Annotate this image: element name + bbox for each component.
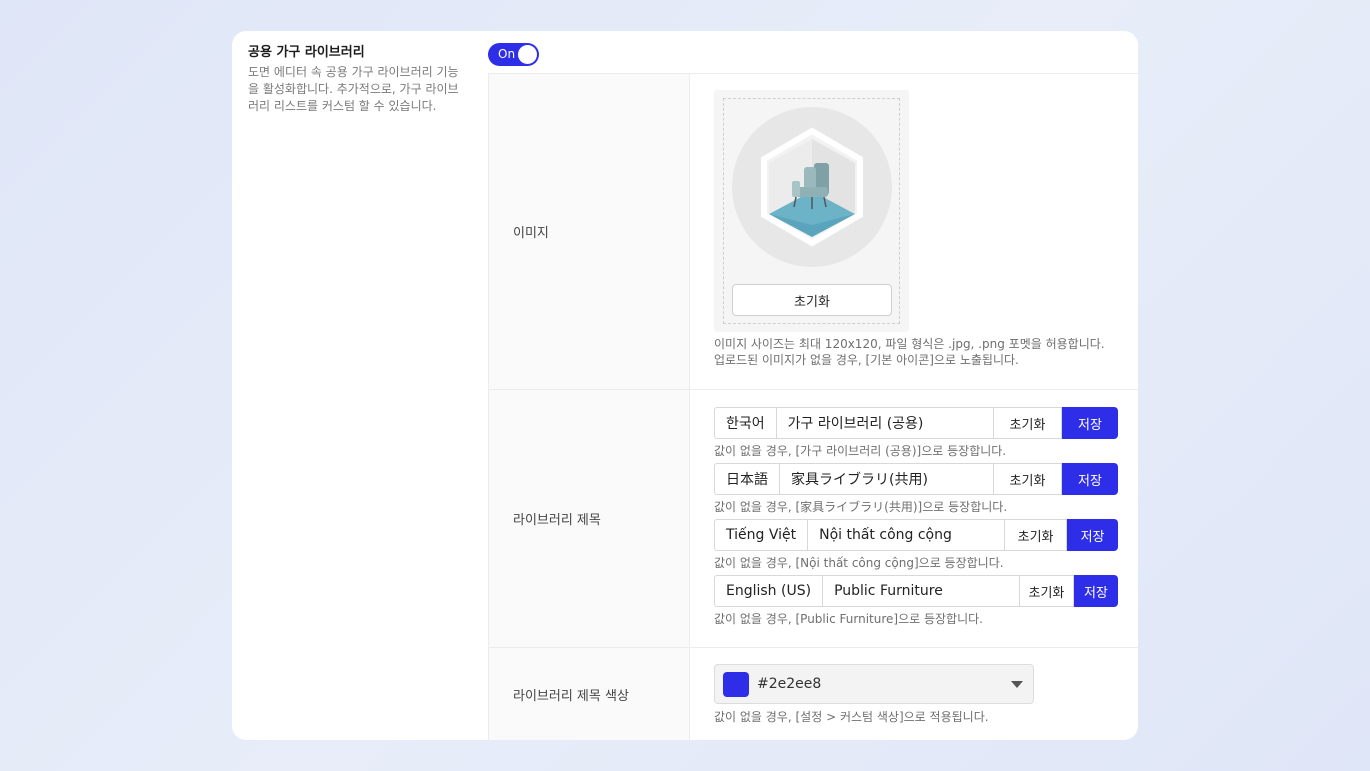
reset-button-ja[interactable]: 초기화 (994, 463, 1062, 495)
toggle-label: On (498, 47, 516, 61)
lang-label-vi: Tiếng Việt (714, 519, 808, 551)
color-row-content: #2e2ee8 값이 없을 경우, [설정 > 커스텀 색상]으로 적용됩니다. (690, 648, 1138, 740)
library-title-row: 라이브러리 제목 한국어 초기화 저장 값이 없을 경우, [가구 라이브러리 … (489, 390, 1138, 648)
lang-entry-ko: 한국어 초기화 저장 값이 없을 경우, [가구 라이브러리 (공용)]으로 등… (714, 407, 1118, 459)
lang-label-ja: 日本語 (714, 463, 779, 495)
color-picker-select[interactable]: #2e2ee8 (714, 664, 1034, 704)
image-uploader[interactable]: 초기화 (714, 90, 909, 332)
color-swatch (723, 672, 749, 697)
color-value: #2e2ee8 (757, 676, 822, 692)
lang-label-ko: 한국어 (714, 407, 776, 439)
save-button-ja[interactable]: 저장 (1062, 463, 1118, 495)
image-setting-row: 이미지 초기화 이미지 사이즈는 최대 120x120, 파일 형식은 .jpg… (489, 74, 1138, 390)
image-row-label: 이미지 (489, 74, 690, 389)
image-help-line-1: 이미지 사이즈는 최대 120x120, 파일 형식은 .jpg, .png 포… (714, 337, 1105, 351)
image-row-content: 초기화 이미지 사이즈는 최대 120x120, 파일 형식은 .jpg, .p… (690, 74, 1138, 389)
title-color-row: 라이브러리 제목 색상 #2e2ee8 값이 없을 경우, [설정 > 커스텀 … (489, 648, 1138, 740)
lang-label-en: English (US) (714, 575, 823, 607)
hint-ja: 값이 없을 경우, [家具ライブラリ(共用)]으로 등장합니다. (714, 500, 1008, 514)
save-button-ko[interactable]: 저장 (1062, 407, 1118, 439)
lang-entry-vi: Tiếng Việt 초기화 저장 값이 없을 경우, [Nội thất cô… (714, 519, 1118, 571)
title-input-vi[interactable] (807, 519, 1006, 551)
feature-toggle[interactable]: On (488, 43, 539, 66)
reset-button-vi[interactable]: 초기화 (1005, 519, 1068, 551)
hint-vi: 값이 없을 경우, [Nội thất công cộng]으로 등장합니다. (714, 556, 1004, 570)
hint-ko: 값이 없을 경우, [가구 라이브러리 (공용)]으로 등장합니다. (714, 444, 1007, 458)
title-input-ja[interactable] (779, 463, 994, 495)
toggle-knob (518, 45, 537, 64)
section-description-block: 공용 가구 라이브러리 도면 에디터 속 공용 가구 라이브러리 기능을 활성화… (248, 44, 463, 115)
color-hint: 값이 없을 경우, [설정 > 커스텀 색상]으로 적용됩니다. (714, 710, 989, 724)
lang-entry-en: English (US) 초기화 저장 값이 없을 경우, [Public Fu… (714, 575, 1118, 627)
image-help-line-2: 업로드된 이미지가 없을 경우, [기본 아이콘]으로 노출됩니다. (714, 353, 1019, 367)
lang-entry-ja: 日本語 초기화 저장 값이 없을 경우, [家具ライブラリ(共用)]으로 등장합… (714, 463, 1118, 515)
color-row-label: 라이브러리 제목 색상 (489, 648, 690, 740)
reset-image-button[interactable]: 초기화 (732, 284, 892, 316)
title-row-content: 한국어 초기화 저장 값이 없을 경우, [가구 라이브러리 (공용)]으로 등… (690, 390, 1138, 647)
title-input-en[interactable] (822, 575, 1021, 607)
reset-button-ko[interactable]: 초기화 (994, 407, 1062, 439)
title-input-ko[interactable] (775, 407, 994, 439)
save-button-en[interactable]: 저장 (1073, 575, 1118, 607)
chevron-down-icon (1011, 681, 1023, 688)
save-button-vi[interactable]: 저장 (1067, 519, 1118, 551)
settings-card: 공용 가구 라이브러리 도면 에디터 속 공용 가구 라이브러리 기능을 활성화… (232, 31, 1138, 740)
section-description: 도면 에디터 속 공용 가구 라이브러리 기능을 활성화합니다. 추가적으로, … (248, 65, 459, 113)
image-help-text: 이미지 사이즈는 최대 120x120, 파일 형식은 .jpg, .png 포… (714, 336, 1105, 368)
reset-button-en[interactable]: 초기화 (1020, 575, 1074, 607)
furniture-armchair-icon (761, 127, 863, 247)
hint-en: 값이 없을 경우, [Public Furniture]으로 등장합니다. (714, 612, 983, 626)
title-row-label: 라이브러리 제목 (489, 390, 690, 647)
library-image-preview (732, 107, 892, 267)
settings-table: 이미지 초기화 이미지 사이즈는 최대 120x120, 파일 형식은 .jpg… (488, 73, 1138, 740)
image-dropzone[interactable]: 초기화 (723, 98, 900, 324)
section-title: 공용 가구 라이브러리 (248, 45, 365, 60)
